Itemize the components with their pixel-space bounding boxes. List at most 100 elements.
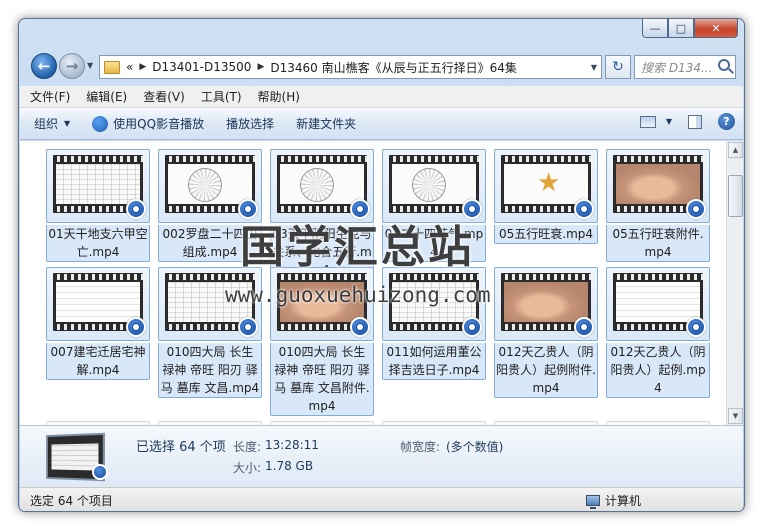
selection-count: 已选择 64 个项	[136, 440, 226, 455]
video-frame	[616, 282, 700, 322]
video-frame	[504, 164, 588, 204]
video-thumbnail[interactable]	[46, 267, 150, 341]
file-item[interactable]: 05五行旺衰.mp4	[494, 149, 598, 244]
qq-player-badge-icon	[686, 199, 706, 219]
help-icon[interactable]: ?	[718, 113, 735, 130]
video-thumbnail[interactable]	[494, 149, 598, 223]
address-dropdown-icon[interactable]: ▼	[591, 63, 597, 72]
back-button[interactable]: ←	[31, 53, 57, 79]
refresh-button[interactable]: ↻	[605, 55, 631, 79]
video-thumbnail[interactable]	[606, 149, 710, 223]
organize-button[interactable]: 组织 ▼	[34, 115, 70, 132]
video-frame	[280, 164, 364, 204]
menu-view[interactable]: 查看(V)	[143, 88, 185, 105]
qq-player-badge-icon	[686, 317, 706, 337]
search-input[interactable]: 搜索 D134...	[634, 55, 736, 79]
video-frame	[56, 164, 140, 204]
file-name[interactable]: 010四大局 长生 禄神 帝旺 阳刃 驿马 墓库 文昌.mp4	[158, 343, 262, 398]
new-folder-label: 新建文件夹	[296, 117, 357, 131]
frame-width-value: (多个数值)	[446, 440, 504, 454]
status-bar: 选定 64 个项目 计算机	[20, 487, 743, 511]
file-name[interactable]: 05五行旺衰附件.mp4	[606, 225, 710, 262]
watermark-url: www.guoxuehuizong.com	[225, 283, 491, 307]
address-bar[interactable]: « ▶ D13401-D13500 ▶ D13460 南山樵客《从辰与正五行择日…	[99, 55, 602, 79]
video-frame	[56, 282, 140, 322]
change-view-icon[interactable]	[639, 115, 656, 128]
play-with-qq-button[interactable]: 使用QQ影音播放	[92, 115, 204, 132]
file-item[interactable]: 012天乙贵人（阴阳贵人）起例.mp4	[606, 267, 710, 398]
qq-player-badge-icon	[462, 317, 482, 337]
close-button[interactable]: ✕	[694, 19, 738, 38]
size-value: 1.78 GB	[265, 459, 314, 473]
frame-width-label: 帧宽度:	[400, 440, 441, 454]
preview-pane-icon[interactable]	[688, 114, 702, 129]
file-name[interactable]: 012天乙贵人（阴阳贵人）起例附件.mp4	[494, 343, 598, 398]
view-options-dropdown-icon[interactable]: ▼	[666, 117, 672, 126]
file-name[interactable]: 011如何运用董公择吉选日子.mp4	[382, 343, 486, 380]
qq-player-icon	[92, 115, 109, 132]
chevron-down-icon: ▼	[64, 119, 71, 128]
menu-bar: 文件(F) 编辑(E) 查看(V) 工具(T) 帮助(H)	[20, 86, 743, 108]
watermark-title: 国学汇总站	[240, 222, 475, 273]
breadcrumb-current[interactable]: D13460 南山樵客《从辰与正五行择日》64集	[270, 59, 517, 76]
qq-player-badge-icon	[126, 317, 146, 337]
scroll-down-icon[interactable]: ▼	[728, 408, 743, 424]
new-folder-button[interactable]: 新建文件夹	[296, 115, 356, 132]
play-selection-label: 播放选择	[226, 117, 275, 131]
file-name[interactable]: 007建宅迁居宅神解.mp4	[46, 343, 150, 380]
file-item[interactable]: 01天干地支六甲空亡.mp4	[46, 149, 150, 262]
caption-buttons: — □ ✕	[642, 19, 738, 38]
menu-file[interactable]: 文件(F)	[30, 88, 70, 105]
video-frame	[504, 282, 588, 322]
vertical-scrollbar[interactable]: ▲ ▼	[726, 141, 743, 425]
qq-player-badge-icon	[126, 199, 146, 219]
qq-player-badge-icon	[238, 317, 258, 337]
video-frame	[616, 164, 700, 204]
menu-edit[interactable]: 编辑(E)	[86, 88, 127, 105]
search-icon[interactable]	[718, 59, 730, 71]
video-thumbnail[interactable]	[46, 149, 150, 223]
breadcrumb-parent[interactable]: D13401-D13500	[152, 60, 251, 74]
length-label: 长度:	[233, 440, 262, 454]
play-selection-button[interactable]: 播放选择	[226, 115, 274, 132]
menu-tools[interactable]: 工具(T)	[201, 88, 242, 105]
file-item[interactable]: 007建宅迁居宅神解.mp4	[46, 267, 150, 380]
qq-player-badge-icon	[92, 464, 108, 480]
search-placeholder: 搜索 D134...	[641, 60, 713, 75]
file-name[interactable]: 012天乙贵人（阴阳贵人）起例.mp4	[606, 343, 710, 398]
file-name[interactable]: 05五行旺衰.mp4	[494, 225, 598, 244]
maximize-button[interactable]: □	[668, 19, 694, 38]
status-selected-text: 选定 64 个项目	[30, 494, 113, 508]
file-name[interactable]: 01天干地支六甲空亡.mp4	[46, 225, 150, 262]
file-item[interactable]: 012天乙贵人（阴阳贵人）起例附件.mp4	[494, 267, 598, 398]
video-frame	[168, 164, 252, 204]
organize-label: 组织	[34, 117, 59, 131]
video-thumbnail[interactable]	[606, 267, 710, 341]
play-with-qq-label: 使用QQ影音播放	[113, 117, 205, 131]
chevron-right-icon[interactable]: ▶	[257, 62, 264, 72]
minimize-button[interactable]: —	[642, 19, 668, 38]
video-thumbnail[interactable]	[494, 267, 598, 341]
video-frame	[392, 164, 476, 204]
size-label: 大小:	[233, 461, 262, 475]
details-pane: 已选择 64 个项 长度: 13:28:11 大小: 1.78 GB 帧宽度: …	[20, 425, 743, 487]
chevron-right-icon[interactable]: ▶	[139, 62, 146, 72]
qq-player-badge-icon	[350, 317, 370, 337]
computer-icon	[586, 495, 600, 509]
toolbar-right: ▼ ?	[639, 113, 735, 130]
forward-button[interactable]: →	[59, 53, 85, 79]
file-name[interactable]: 010四大局 长生 禄神 帝旺 阳刃 驿马 墓库 文昌附件.mp4	[270, 343, 374, 416]
command-bar: 组织 ▼ 使用QQ影音播放 播放选择 新建文件夹 ▼ ?	[20, 108, 743, 140]
computer-label: 计算机	[605, 494, 642, 508]
length-value: 13:28:11	[265, 438, 319, 452]
status-computer: 计算机	[586, 492, 641, 509]
breadcrumb-overflow[interactable]: «	[126, 60, 133, 74]
scrollbar-thumb[interactable]	[728, 175, 743, 217]
qq-player-badge-icon	[574, 317, 594, 337]
file-item[interactable]: 05五行旺衰附件.mp4	[606, 149, 710, 262]
navigation-row: ← → ▼ « ▶ D13401-D13500 ▶ D13460 南山樵客《从辰…	[19, 49, 744, 83]
folder-icon	[104, 60, 120, 74]
scroll-up-icon[interactable]: ▲	[728, 142, 743, 158]
recent-pages-dropdown-icon[interactable]: ▼	[87, 61, 93, 70]
menu-help[interactable]: 帮助(H)	[258, 88, 300, 105]
